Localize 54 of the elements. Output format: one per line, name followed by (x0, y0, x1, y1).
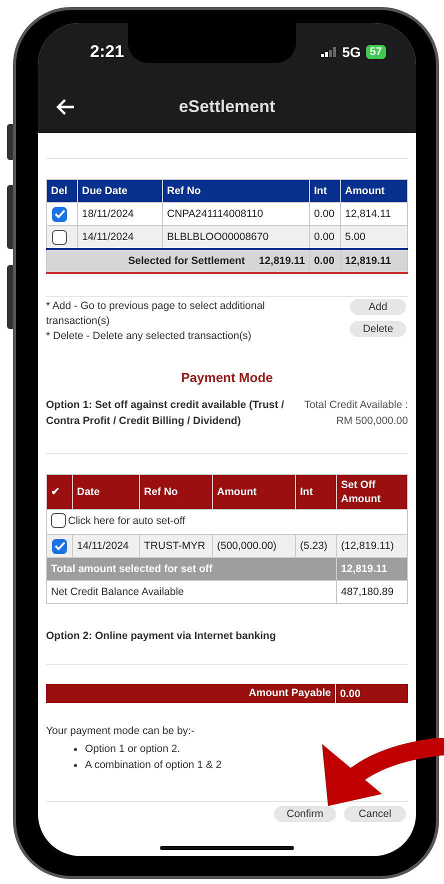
table-cell: 14/11/2024 (78, 226, 162, 249)
table-cell: TRUST-MYR (140, 534, 212, 558)
note-text: * Delete - Delete any selected transaction(s) (46, 329, 252, 344)
column-header: Due Date (78, 180, 162, 202)
table-cell: (500,000.00) (212, 534, 296, 558)
battery-level: 57 (366, 45, 386, 59)
form-button[interactable]: Confirm (274, 806, 336, 822)
info-item: A combination of option 1 & 2 (85, 758, 222, 773)
bullet-icon (74, 764, 77, 766)
network-label: 5G (342, 44, 361, 60)
back-arrow-icon[interactable] (55, 98, 75, 116)
credit-value: RM 500,000.00 (336, 414, 408, 429)
summary-int: 0.00 (310, 249, 340, 273)
summary-total: 12,819.11 (258, 255, 305, 267)
total-value: 12,819.11 (336, 558, 408, 580)
column-header: Amount (212, 474, 296, 510)
table-cell: (5.23) (296, 534, 336, 558)
checkbox[interactable] (52, 538, 67, 554)
checkbox[interactable] (52, 230, 67, 244)
status-time: 2:21 (90, 42, 124, 62)
column-header: Del (46, 180, 78, 202)
checkbox[interactable] (52, 206, 67, 222)
total-label: Total amount selected for set off (46, 558, 336, 580)
credit-label: Total Credit Available : (304, 398, 408, 413)
table-cell: BLBLBLOO00008670 (162, 226, 310, 249)
amount-payable-value: 0.00 (339, 688, 362, 700)
action-button[interactable]: Add (350, 299, 406, 315)
amount-payable-label: Amount Payable (46, 684, 336, 703)
option-text: Option 1: Set off against credit available (Trust / Contra Profit / Credit Billing / Dividend) (46, 398, 286, 429)
net-balance-label: Net Credit Balance Available (46, 580, 336, 604)
info-item: Option 1 or option 2. (85, 742, 180, 757)
column-header: Set Off Amount (336, 474, 408, 510)
option-text: Option 2: Online payment via Internet banking (46, 630, 277, 642)
section-title: Payment Mode (180, 370, 274, 385)
signal-icon (321, 47, 338, 57)
column-header: Int (296, 474, 336, 510)
action-button[interactable]: Delete (350, 321, 406, 337)
note-text: * Add - Go to previous page to select additional transaction(s) (46, 299, 266, 329)
form-button[interactable]: Cancel (344, 806, 406, 822)
summary-label: Selected for Settlement (128, 255, 245, 267)
table-cell: (12,819.11) (336, 534, 408, 558)
table-cell: 5.00 (340, 226, 408, 249)
column-header: Ref No (140, 474, 212, 510)
column-header: Date (72, 474, 140, 510)
table-cell: 14/11/2024 (72, 534, 140, 558)
column-header: Amount (340, 180, 408, 202)
bullet-icon (74, 748, 77, 750)
summary-amount: 12,819.11 (340, 249, 408, 273)
column-header: Int (310, 180, 340, 202)
column-header: ✔ (46, 474, 72, 510)
page-title: eSettlement (178, 97, 276, 117)
net-balance-value: 487,180.89 (336, 580, 408, 604)
info-text: Your payment mode can be by:- (46, 725, 196, 737)
column-header: Ref No (162, 180, 310, 202)
